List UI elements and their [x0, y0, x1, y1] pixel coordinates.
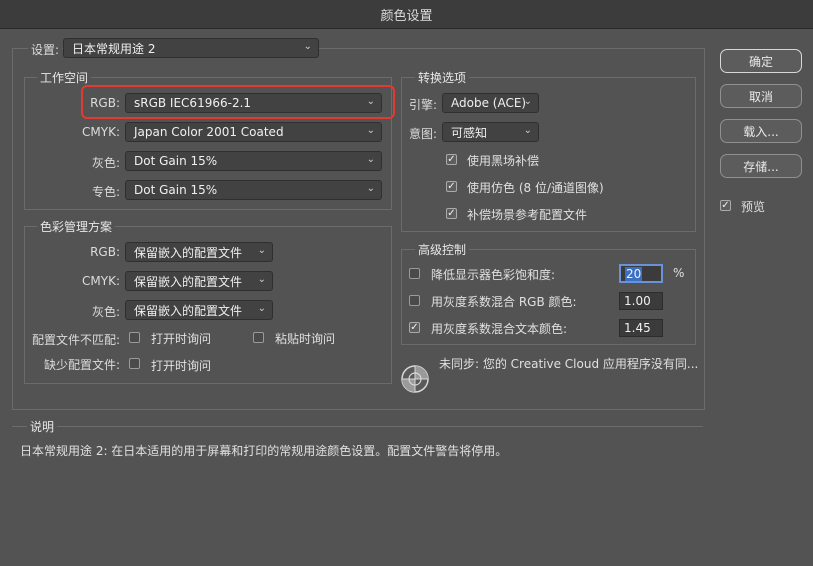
rgb-highlight-box: [81, 85, 395, 119]
description-title: 说明: [27, 418, 58, 435]
chevron-down-icon: ⌄: [366, 183, 375, 194]
engine-select[interactable]: Adobe (ACE) ⌄: [442, 93, 539, 113]
preview-label: 预览: [741, 200, 766, 214]
ws-cmyk-label: CMYK:: [82, 125, 120, 139]
mismatch-ask-open-checkbox[interactable]: [129, 332, 140, 343]
blend-rgb-value: 1.00: [624, 294, 651, 308]
chevron-down-icon: ⌄: [523, 96, 532, 107]
engine-label: 引擎:: [408, 98, 437, 112]
blend-text-checkbox[interactable]: [409, 322, 420, 333]
engine-value: Adobe (ACE): [451, 96, 527, 110]
intent-value: 可感知: [451, 125, 488, 140]
working-spaces-title: 工作空间: [37, 69, 92, 86]
missing-label: 缺少配置文件:: [43, 358, 120, 372]
dither-label: 使用仿色 (8 位/通道图像): [467, 181, 604, 195]
blend-text-value: 1.45: [624, 321, 651, 335]
color-management-title: 色彩管理方案: [37, 218, 116, 235]
color-sync-icon: [400, 364, 430, 394]
ws-spot-label: 专色:: [91, 185, 120, 199]
chevron-down-icon: ⌄: [523, 125, 532, 136]
cancel-button[interactable]: 取消: [720, 84, 802, 108]
chevron-down-icon: ⌄: [366, 125, 375, 136]
blend-rgb-label: 用灰度系数混合 RGB 颜色:: [431, 295, 577, 309]
cm-gray-label: 灰色:: [91, 305, 120, 319]
settings-select[interactable]: 日本常规用途 2 ⌄: [63, 38, 319, 58]
ws-gray-value: Dot Gain 15%: [134, 154, 218, 168]
window-title: 颜色设置: [380, 8, 433, 24]
advanced-title: 高级控制: [415, 241, 470, 258]
mismatch-label: 配置文件不匹配:: [31, 333, 120, 347]
preview-checkbox[interactable]: [720, 200, 731, 211]
description-group: [12, 426, 703, 427]
mismatch-ask-paste-checkbox[interactable]: [253, 332, 264, 343]
cm-gray-select[interactable]: 保留嵌入的配置文件 ⌄: [125, 300, 273, 320]
description-text: 日本常规用途 2: 在日本适用的用于屏幕和打印的常规用途颜色设置。配置文件警告将…: [20, 444, 508, 458]
chevron-down-icon: ⌄: [257, 303, 266, 314]
cm-cmyk-select[interactable]: 保留嵌入的配置文件 ⌄: [125, 271, 273, 291]
chevron-down-icon: ⌄: [303, 41, 312, 52]
desaturate-label: 降低显示器色彩饱和度:: [431, 268, 556, 282]
blend-rgb-checkbox[interactable]: [409, 295, 420, 306]
ok-button[interactable]: 确定: [720, 49, 802, 73]
window-titlebar: 颜色设置: [0, 0, 813, 29]
cm-rgb-select[interactable]: 保留嵌入的配置文件 ⌄: [125, 242, 273, 262]
black-point-checkbox[interactable]: [446, 154, 457, 165]
ws-cmyk-select[interactable]: Japan Color 2001 Coated ⌄: [125, 122, 382, 142]
chevron-down-icon: ⌄: [257, 274, 266, 285]
cm-cmyk-label: CMYK:: [82, 274, 120, 288]
ws-gray-label: 灰色:: [91, 156, 120, 170]
cm-rgb-value: 保留嵌入的配置文件: [134, 245, 243, 260]
cm-gray-value: 保留嵌入的配置文件: [134, 303, 243, 318]
desaturate-input[interactable]: 20: [619, 264, 663, 283]
ws-gray-select[interactable]: Dot Gain 15% ⌄: [125, 151, 382, 171]
dither-checkbox[interactable]: [446, 181, 457, 192]
conversion-title: 转换选项: [415, 69, 470, 86]
compensate-label: 补偿场景参考配置文件: [467, 208, 588, 222]
intent-select[interactable]: 可感知 ⌄: [442, 122, 539, 142]
mismatch-ask-paste-label: 粘贴时询问: [275, 332, 336, 346]
desaturate-checkbox[interactable]: [409, 268, 420, 279]
cm-rgb-label: RGB:: [90, 245, 120, 259]
compensate-checkbox[interactable]: [446, 208, 457, 219]
ws-spot-value: Dot Gain 15%: [134, 183, 218, 197]
save-button[interactable]: 存储...: [720, 154, 802, 178]
cm-cmyk-value: 保留嵌入的配置文件: [134, 274, 243, 289]
settings-value: 日本常规用途 2: [72, 41, 156, 56]
missing-ask-open-checkbox[interactable]: [129, 358, 140, 369]
blend-text-label: 用灰度系数混合文本颜色:: [431, 322, 568, 336]
desaturate-unit: %: [673, 266, 685, 280]
blend-rgb-input[interactable]: 1.00: [619, 292, 663, 310]
black-point-label: 使用黑场补偿: [467, 154, 540, 168]
blend-text-input[interactable]: 1.45: [619, 319, 663, 337]
missing-ask-open-label: 打开时询问: [151, 359, 212, 373]
sync-status-text: 未同步: 您的 Creative Cloud 应用程序没有同...: [439, 357, 699, 371]
load-button[interactable]: 载入...: [720, 119, 802, 143]
desaturate-value: 20: [625, 266, 643, 281]
mismatch-ask-open-label: 打开时询问: [151, 332, 212, 346]
settings-label: 设置:: [28, 41, 63, 58]
chevron-down-icon: ⌄: [366, 154, 375, 165]
ws-spot-select[interactable]: Dot Gain 15% ⌄: [125, 180, 382, 200]
chevron-down-icon: ⌄: [257, 245, 266, 256]
intent-label: 意图:: [408, 127, 437, 141]
ws-cmyk-value: Japan Color 2001 Coated: [134, 125, 284, 139]
